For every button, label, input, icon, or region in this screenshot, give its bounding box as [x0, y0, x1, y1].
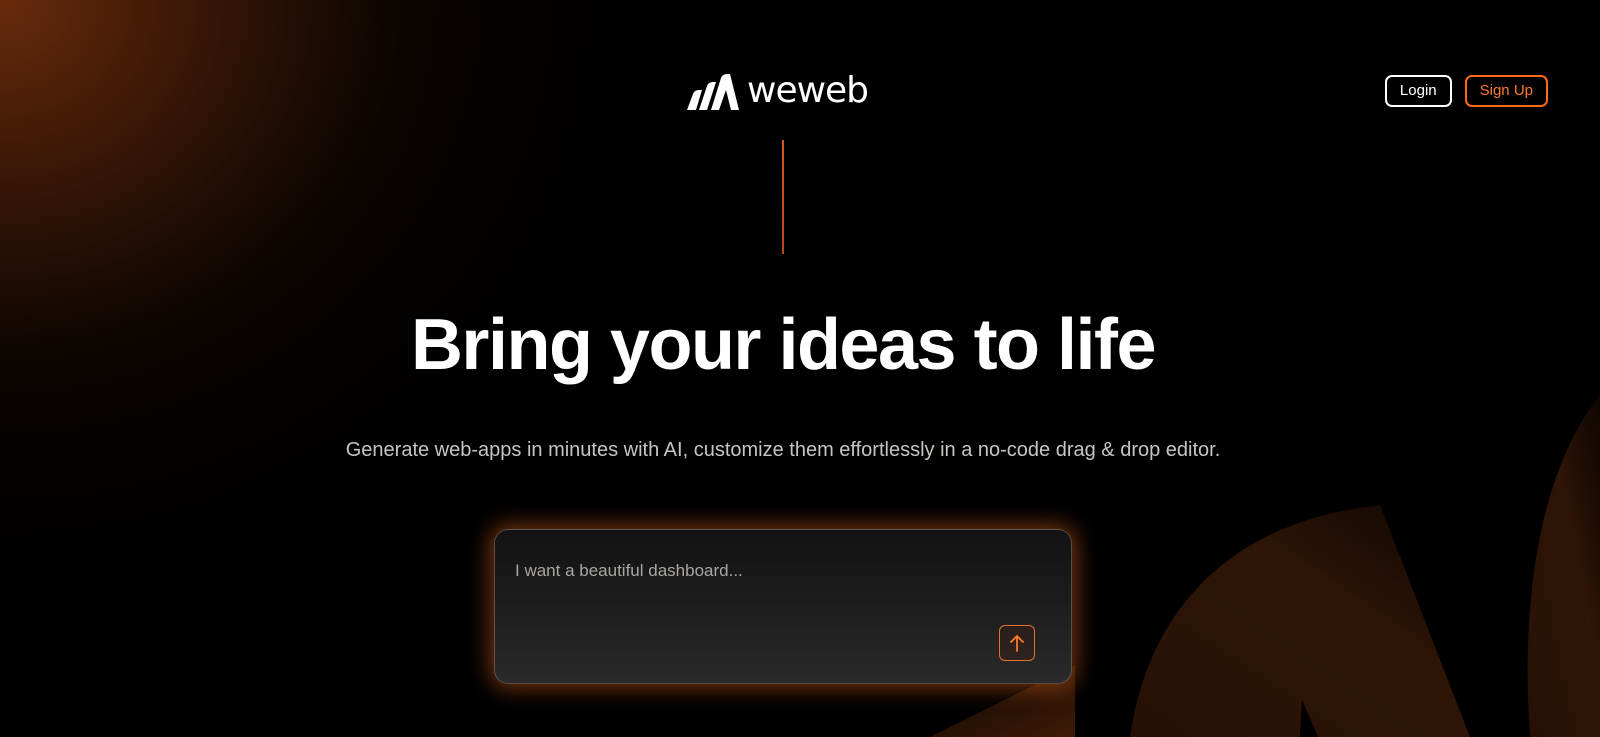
hero-headline: Bring your ideas to life [410, 305, 1157, 385]
brand-logo[interactable]: weweb [687, 70, 869, 111]
submit-prompt-button[interactable] [999, 625, 1035, 661]
hero-subtitle: Generate web-apps in minutes with AI, cu… [345, 439, 1221, 461]
auth-buttons: Login Sign Up [1384, 75, 1548, 107]
signup-button[interactable]: Sign Up [1464, 75, 1548, 107]
prompt-box [494, 529, 1072, 684]
decorative-divider-line [782, 140, 784, 254]
login-button[interactable]: Login [1384, 75, 1452, 107]
prompt-input[interactable] [513, 550, 1037, 592]
brand-name: weweb [747, 70, 869, 111]
arrow-up-icon [1010, 635, 1024, 652]
weweb-mark-icon [687, 74, 739, 110]
